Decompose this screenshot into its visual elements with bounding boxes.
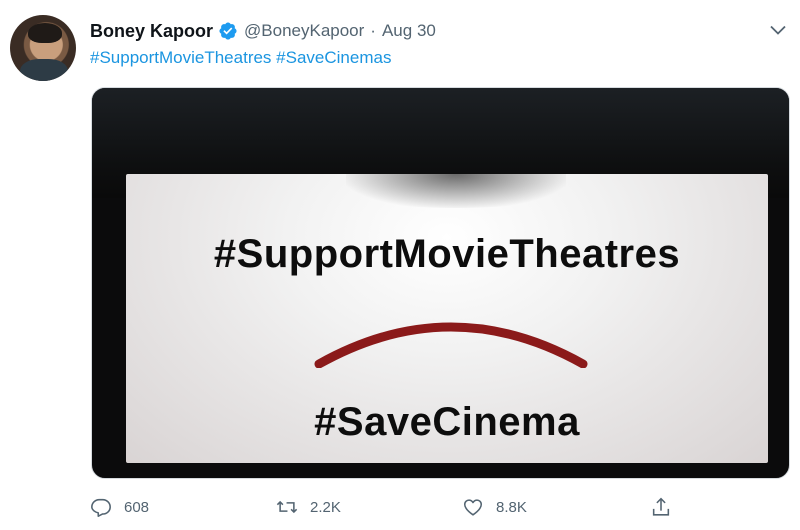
screen-text-save-cinema: #SaveCinema: [314, 400, 580, 444]
cinema-screen: #SupportMovieTheatres #SaveCinema: [126, 174, 768, 463]
like-icon: [463, 499, 483, 516]
tweet-header: Boney Kapoor @BoneyKapoor · Aug 30: [90, 18, 436, 44]
tweet-image[interactable]: #SupportMovieTheatres #SaveCinema: [91, 87, 790, 479]
avatar[interactable]: [10, 15, 76, 81]
author-name[interactable]: Boney Kapoor: [90, 21, 213, 42]
reply-icon: [91, 498, 111, 517]
projector-shadow: [346, 174, 566, 208]
author-handle[interactable]: @BoneyKapoor: [244, 21, 364, 41]
tweet-actions: 608 2.2K 8.8K: [90, 494, 700, 520]
separator-dot: ·: [370, 21, 376, 40]
retweet-icon: [276, 500, 298, 514]
hashtag-link[interactable]: #SaveCinemas: [276, 48, 391, 67]
screen-text-support-movie-theatres: #SupportMovieTheatres: [213, 232, 681, 276]
share-icon: [652, 497, 670, 516]
chevron-down-icon[interactable]: [766, 18, 790, 42]
like-count: 8.8K: [496, 498, 527, 516]
frown-icon: [314, 322, 588, 368]
reply-count: 608: [124, 498, 150, 516]
hashtag-link[interactable]: #SupportMovieTheatres: [90, 48, 271, 67]
retweet-count: 2.2K: [310, 498, 341, 516]
reply-button[interactable]: 608: [90, 494, 149, 520]
tweet: Boney Kapoor @BoneyKapoor · Aug 30 #Supp…: [0, 0, 800, 530]
verified-badge-icon: [219, 22, 237, 40]
tweet-date[interactable]: Aug 30: [382, 21, 436, 41]
tweet-text: #SupportMovieTheatres #SaveCinemas: [90, 48, 391, 68]
share-button[interactable]: [650, 494, 672, 520]
like-button[interactable]: 8.8K: [462, 494, 527, 520]
retweet-button[interactable]: 2.2K: [276, 494, 341, 520]
